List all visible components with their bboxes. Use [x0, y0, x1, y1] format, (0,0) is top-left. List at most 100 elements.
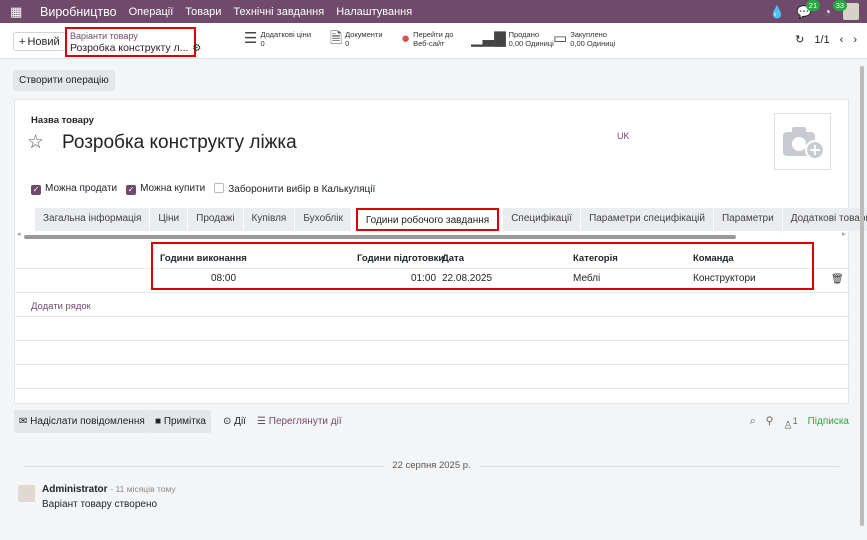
smart-button-extra-prices[interactable]: ☰ Додаткові ціни 0 — [244, 30, 311, 52]
scroll-right-arrow[interactable]: ▸ — [842, 230, 846, 238]
activities-button[interactable]: ⊙ Дії — [218, 410, 251, 433]
can-sell-checkbox[interactable]: ✓ Можна продати — [31, 183, 117, 195]
paperclip-icon[interactable]: ⚲ — [766, 410, 774, 433]
divider — [15, 316, 850, 317]
app-brand[interactable]: Виробництво — [40, 5, 117, 19]
checkbox-label: Можна купити — [140, 183, 206, 194]
menu-tech-tasks[interactable]: Технічні завдання — [233, 6, 324, 18]
message-body: Варіант товару створено — [42, 499, 158, 510]
checkbox-checked-icon: ✓ — [31, 185, 41, 195]
breadcrumb-current: Розробка конструкту л... ⚙ — [70, 42, 201, 55]
list-icon: ☰ — [244, 30, 258, 47]
menu-products[interactable]: Товари — [185, 6, 221, 18]
messages-badge: 21 — [805, 0, 821, 11]
chatter-right-tools: ⌕ ⚲ ♙1 Підписка — [750, 410, 849, 433]
trash-icon[interactable]: 🗑 — [831, 274, 844, 285]
tab-params[interactable]: Параметри — [713, 208, 783, 231]
followers-count: 1 — [792, 416, 798, 426]
tab-extra-products[interactable]: Додаткові товари — [782, 208, 867, 231]
tab-bom[interactable]: Специфікації — [503, 208, 582, 231]
list-icon: ☰ — [257, 416, 269, 427]
smart-value: 0 — [345, 38, 350, 48]
followers-icon[interactable]: ♙1 — [783, 410, 797, 433]
view-activities-button[interactable]: ☰ Переглянути дії — [252, 410, 347, 433]
bar-chart-icon: ▁▃▇ — [471, 30, 506, 47]
drop-icon[interactable]: 💧 — [770, 5, 785, 19]
camera-icon — [782, 126, 825, 160]
messages-icon[interactable]: 💬 21 — [797, 0, 821, 19]
checkbox-label: Можна продати — [45, 183, 118, 194]
activities-badge: 33 — [832, 0, 848, 11]
product-image[interactable] — [774, 113, 831, 170]
star-icon[interactable]: ☆ — [27, 131, 44, 154]
tabs-scrollbar[interactable] — [24, 235, 736, 239]
checkbox-checked-icon: ✓ — [126, 185, 137, 195]
notebook-tabs: Загальна інформація Ціни Продажі Купівля… — [35, 208, 867, 231]
smart-button-purchased[interactable]: ▭ Закуплено 0,00 Одиниці — [553, 30, 615, 52]
pager: ↻ 1/1 ‹ › — [795, 33, 857, 47]
tab-accounting[interactable]: Бухоблік — [295, 208, 352, 231]
forbid-calculation-checkbox[interactable]: Заборонити вибір в Калькуляції — [214, 183, 375, 195]
follow-button[interactable]: Підписка — [808, 410, 849, 433]
breadcrumb-parent[interactable]: Варіанти товару — [70, 31, 191, 42]
product-name-field[interactable]: Розробка конструкту ліжка — [62, 132, 297, 154]
product-name-label: Назва товару — [31, 115, 94, 126]
gear-icon[interactable]: ⚙ — [192, 43, 201, 54]
top-navbar: ▦ Виробництво Операції Товари Технічні з… — [0, 0, 867, 23]
chevron-left-icon[interactable]: ‹ — [840, 34, 844, 46]
tab-sales[interactable]: Продажі — [188, 208, 244, 231]
chevron-right-icon[interactable]: › — [853, 34, 857, 46]
smart-button-website[interactable]: ● Перейти до Веб-сайт — [401, 30, 453, 52]
scroll-left-arrow[interactable]: ◂ — [17, 230, 21, 238]
language-toggle[interactable]: UK — [617, 131, 630, 141]
activities-clock-icon[interactable]: ◔ 33 — [824, 0, 848, 19]
breadcrumb: Варіанти товару Розробка конструкту л...… — [65, 27, 201, 57]
activities-label: Дії — [234, 416, 246, 427]
smart-value: Веб-сайт — [413, 38, 445, 48]
page-scrollbar[interactable] — [860, 66, 864, 526]
apps-grid-icon[interactable]: ▦ — [10, 4, 28, 20]
tab-work-hours[interactable]: Години робочого завдання — [355, 208, 500, 231]
highlight-box — [151, 242, 814, 290]
menu-settings[interactable]: Налаштування — [336, 6, 412, 18]
clock-icon: ⊙ — [223, 416, 235, 427]
view-activities-label: Переглянути дії — [268, 416, 342, 427]
author-name[interactable]: Administrator — [42, 484, 108, 495]
smart-button-documents[interactable]: 🗎 Документи 0 — [330, 30, 383, 52]
add-row-link[interactable]: Додати рядок — [31, 301, 91, 312]
smart-button-sold[interactable]: ▁▃▇ Продано 0,00 Одиниці — [471, 30, 554, 52]
divider — [15, 364, 850, 365]
send-message-label: Надіслати повідомлення — [30, 416, 145, 427]
search-icon[interactable]: ⌕ — [750, 410, 756, 433]
checkbox-label: Заборонити вибір в Калькуляції — [228, 184, 376, 195]
tab-prices[interactable]: Ціни — [150, 208, 189, 231]
envelope-icon: ✉ — [19, 416, 31, 427]
globe-icon: ● — [401, 30, 411, 47]
tab-bom-params[interactable]: Параметри специфікацій — [581, 208, 714, 231]
avatar — [18, 485, 35, 502]
log-note-button[interactable]: ■ Примітка — [150, 410, 211, 433]
create-operation-button[interactable]: Створити операцію — [13, 70, 115, 91]
menu-operations[interactable]: Операції — [129, 6, 174, 18]
tab-purchase[interactable]: Купівля — [243, 208, 296, 231]
pager-value[interactable]: 1/1 — [814, 34, 829, 46]
document-icon: 🗎 — [330, 30, 343, 47]
smart-value: 0,00 Одиниці — [570, 38, 616, 48]
checkbox-unchecked-icon — [214, 183, 225, 193]
refresh-icon[interactable]: ↻ — [795, 33, 804, 46]
control-panel: + Новий Варіанти товару Розробка констру… — [0, 23, 867, 59]
divider — [15, 388, 850, 389]
note-icon: ■ — [155, 416, 164, 427]
tab-general[interactable]: Загальна інформація — [35, 208, 151, 231]
can-buy-checkbox[interactable]: ✓ Можна купити — [126, 183, 205, 195]
chatter-toolbar: ✉ Надіслати повідомлення ■ Примітка ⊙ Ді… — [14, 410, 849, 433]
new-button[interactable]: + Новий — [13, 32, 66, 51]
divider — [15, 340, 850, 341]
smart-title: Документи — [345, 30, 383, 39]
form-sheet: Назва товару ☆ Розробка конструкту ліжка… — [14, 99, 867, 404]
breadcrumb-current-label: Розробка конструкту л... — [70, 42, 189, 54]
plus-icon: + — [19, 35, 26, 48]
smart-value: 0,00 Одиниці — [508, 38, 554, 48]
send-message-button[interactable]: ✉ Надіслати повідомлення — [14, 410, 150, 433]
smart-title: Додаткові ціни — [260, 30, 312, 39]
